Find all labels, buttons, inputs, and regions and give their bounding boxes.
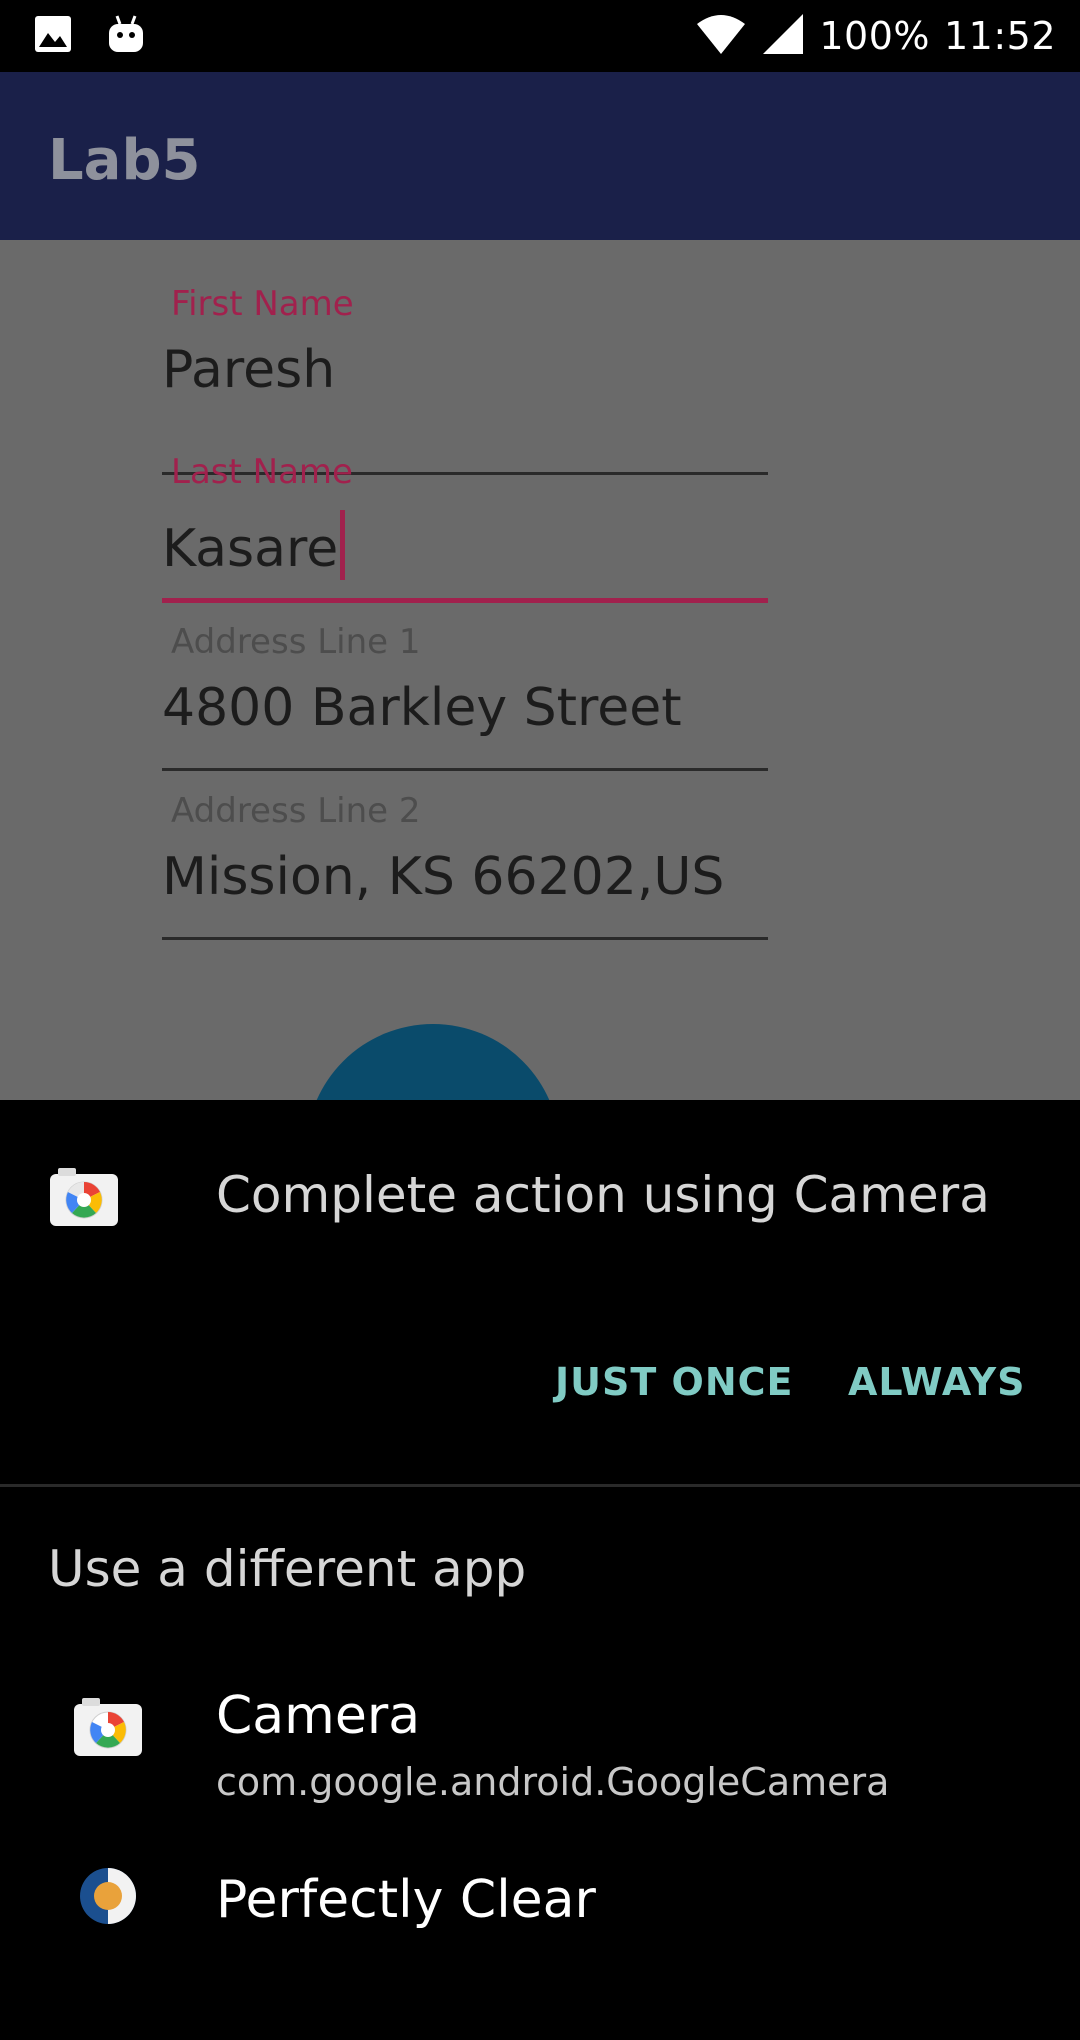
clock: 11:52 — [943, 14, 1056, 58]
app-bar: Lab5 — [0, 72, 1080, 240]
app-name-perfectly-clear: Perfectly Clear — [216, 1870, 596, 1930]
just-once-button[interactable]: JUST ONCE — [555, 1360, 793, 1404]
last-name-value: Kasare — [162, 519, 339, 579]
address-line-1-field[interactable]: Address Line 1 4800 Barkley Street — [162, 622, 768, 772]
address-line-2-field[interactable]: Address Line 2 Mission, KS 66202,US — [162, 791, 768, 941]
app-name-camera: Camera — [216, 1686, 421, 1746]
address-line-2-underline — [162, 937, 768, 940]
android-icon — [108, 14, 144, 58]
last-name-field[interactable]: Last Name Kasare — [162, 452, 768, 612]
app-item-perfectly-clear[interactable]: Perfectly Clear — [0, 1868, 1080, 2040]
first-name-input[interactable]: Paresh — [162, 340, 335, 400]
address-line-2-input[interactable]: Mission, KS 66202,US — [162, 847, 724, 907]
chooser-title: Complete action using Camera — [216, 1166, 990, 1224]
first-name-field[interactable]: First Name Paresh — [162, 284, 768, 475]
status-bar: 100% 11:52 — [0, 0, 1080, 72]
page-title: Lab5 — [48, 128, 201, 193]
address-line-1-input[interactable]: 4800 Barkley Street — [162, 678, 682, 738]
chooser-header: Complete action using Camera — [0, 1100, 1080, 1300]
image-icon — [34, 15, 72, 57]
google-camera-icon — [74, 1698, 142, 1760]
last-name-input[interactable]: Kasare — [162, 510, 346, 580]
perfectly-clear-icon — [74, 1862, 142, 1934]
signal-icon — [761, 12, 805, 60]
camera-app-icon — [50, 1168, 118, 1230]
first-name-label: First Name — [171, 284, 354, 324]
app-chooser-sheet: Complete action using Camera JUST ONCE A… — [0, 1100, 1080, 1930]
battery-text: 100% — [819, 14, 930, 58]
use-different-app-heading: Use a different app — [48, 1540, 527, 1598]
form-content: First Name Paresh Last Name Kasare Addre… — [0, 240, 1080, 1100]
last-name-label: Last Name — [171, 452, 353, 492]
app-package-camera: com.google.android.GoogleCamera — [216, 1760, 890, 1804]
text-cursor — [340, 510, 346, 580]
divider — [0, 1484, 1080, 1487]
fab-button[interactable] — [306, 1024, 560, 1100]
address-line-2-label: Address Line 2 — [171, 791, 421, 831]
address-line-1-label: Address Line 1 — [171, 622, 421, 662]
last-name-underline — [162, 598, 768, 603]
wifi-icon — [695, 12, 747, 60]
app-item-camera[interactable]: Camera com.google.android.GoogleCamera — [0, 1686, 1080, 1856]
address-line-1-underline — [162, 768, 768, 771]
always-button[interactable]: ALWAYS — [848, 1360, 1026, 1404]
